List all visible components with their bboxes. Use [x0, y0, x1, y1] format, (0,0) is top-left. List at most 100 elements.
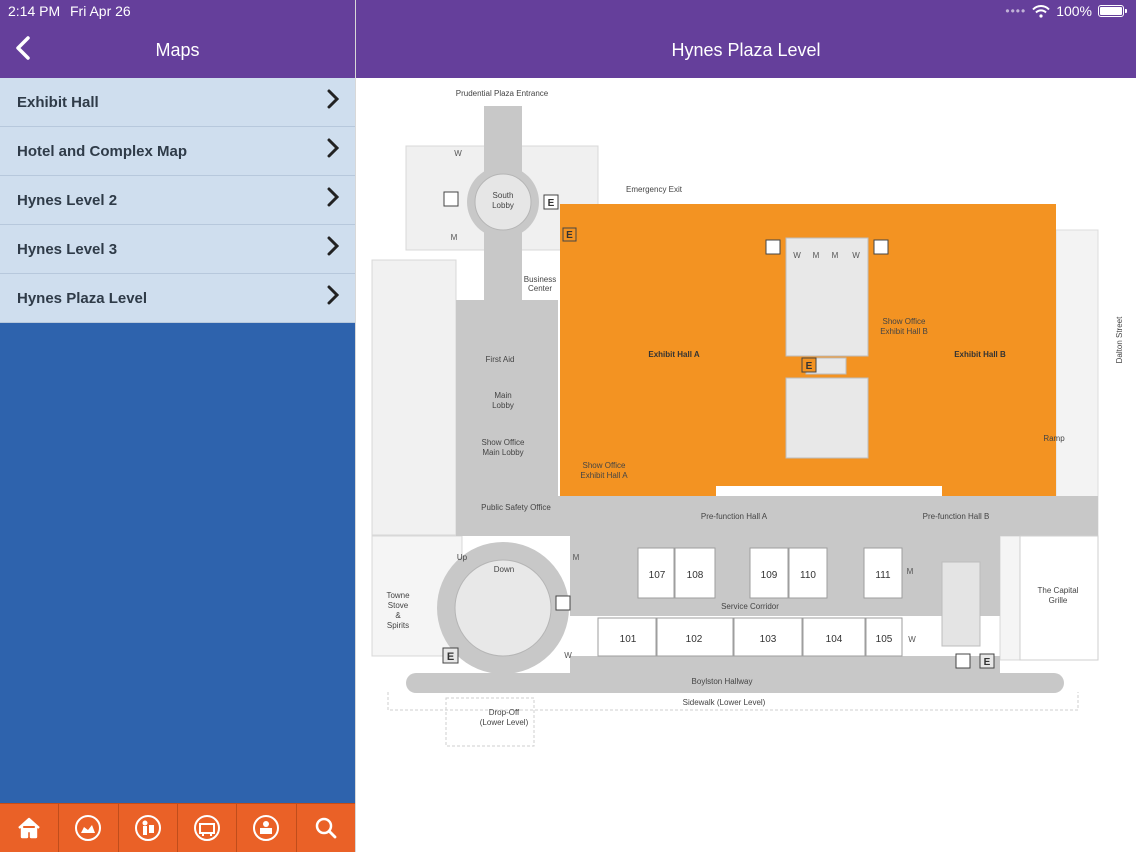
room-103: 103	[760, 634, 777, 645]
room-104: 104	[826, 634, 843, 645]
maps-sidebar: Maps Exhibit Hall Hotel and Complex Map …	[0, 0, 355, 852]
speakers-icon	[134, 815, 161, 841]
label-dropoff-2: (Lower Level)	[480, 718, 529, 727]
room-109: 109	[761, 570, 778, 581]
elevator-label: E	[447, 651, 454, 663]
home-icon	[18, 817, 40, 839]
map-item-hynes-level-3[interactable]: Hynes Level 3	[0, 225, 355, 274]
label-sidewalk: Sidewalk (Lower Level)	[683, 698, 766, 707]
tab-home[interactable]	[0, 804, 60, 852]
label-show-office-b-1: Show Office	[883, 317, 927, 326]
floor-map[interactable]: 107 108 109 110 111 101 102 103 104 105	[356, 78, 1136, 852]
label-business-center-1: Business	[524, 275, 556, 284]
map-title: Hynes Plaza Level	[671, 40, 821, 60]
maps-list: Exhibit Hall Hotel and Complex Map Hynes…	[0, 78, 355, 323]
label-main-lobby-2: Lobby	[492, 401, 514, 410]
chevron-right-icon	[327, 285, 340, 311]
search-icon	[315, 817, 337, 839]
map-item-hynes-plaza-level[interactable]: Hynes Plaza Level	[0, 274, 355, 323]
map-item-exhibit-hall[interactable]: Exhibit Hall	[0, 78, 355, 127]
label-down: Down	[494, 565, 514, 574]
restroom-men: M	[813, 251, 820, 260]
bottom-tab-bar	[0, 803, 355, 852]
attendees-icon	[253, 815, 280, 841]
sidebar-title: Maps	[155, 40, 200, 60]
map-item-label: Hynes Plaza Level	[17, 289, 148, 307]
status-right: •••• 100%	[1005, 3, 1127, 19]
battery-percent: 100%	[1056, 3, 1092, 19]
map-item-label: Hynes Level 3	[17, 240, 118, 258]
label-capital-grille-2: Grille	[1049, 596, 1068, 605]
label-ramp: Ramp	[1043, 434, 1065, 443]
sessions-icon	[194, 815, 221, 841]
room-105: 105	[876, 634, 893, 645]
label-towne-stove-3: &	[395, 611, 401, 620]
floor-plan-svg[interactable]: 107 108 109 110 111 101 102 103 104 105	[356, 78, 1136, 852]
tab-speakers[interactable]	[119, 804, 178, 852]
restroom-women: W	[564, 651, 572, 660]
elevator-label: E	[566, 230, 573, 241]
label-show-office-main-1: Show Office	[482, 438, 526, 447]
label-service-corridor: Service Corridor	[721, 602, 779, 611]
tab-exhibitors[interactable]	[59, 804, 119, 852]
room-101: 101	[620, 634, 637, 645]
room-110: 110	[800, 570, 816, 581]
label-public-safety: Public Safety Office	[481, 503, 551, 512]
label-boylston-hallway: Boylston Hallway	[692, 677, 753, 686]
restroom-men: M	[907, 567, 914, 576]
label-show-office-main-2: Main Lobby	[482, 448, 523, 457]
tab-attendees[interactable]	[237, 804, 297, 852]
tab-search[interactable]	[297, 804, 355, 852]
wifi-icon	[1032, 4, 1050, 18]
label-dropoff-1: Drop-Off	[489, 708, 520, 717]
label-up: Up	[457, 553, 468, 562]
label-show-office-a-2: Exhibit Hall A	[580, 471, 628, 480]
label-south-lobby-1: South	[493, 191, 514, 200]
restroom-men: M	[451, 233, 458, 242]
map-item-label: Exhibit Hall	[17, 93, 99, 111]
label-prefunction-b: Pre-function Hall B	[923, 512, 990, 521]
label-capital-grille-1: The Capital	[1038, 586, 1079, 595]
restroom-women: W	[793, 251, 801, 260]
rooms-bottom: 101 102 103 104 105	[597, 617, 903, 657]
restroom-women: W	[852, 251, 860, 260]
map-item-hynes-level-2[interactable]: Hynes Level 2	[0, 176, 355, 225]
map-item-label: Hynes Level 2	[17, 191, 118, 209]
chevron-right-icon	[327, 138, 340, 164]
label-prudential-entrance: Prudential Plaza Entrance	[456, 89, 549, 98]
room-111: 111	[875, 570, 891, 581]
restroom-women: W	[908, 635, 916, 644]
label-emergency-exit: Emergency Exit	[626, 185, 683, 194]
multitask-dots-icon: ••••	[1005, 4, 1027, 18]
elevator-label: E	[806, 361, 813, 372]
label-show-office-a-1: Show Office	[583, 461, 627, 470]
label-towne-stove-1: Towne	[386, 591, 410, 600]
chevron-right-icon	[327, 187, 340, 213]
status-time: 2:14 PM	[8, 3, 61, 19]
map-item-hotel-complex[interactable]: Hotel and Complex Map	[0, 127, 355, 176]
label-main-lobby-1: Main	[494, 391, 511, 400]
elevator-label: E	[984, 657, 991, 668]
tab-sessions[interactable]	[178, 804, 238, 852]
label-exhibit-hall-a: Exhibit Hall A	[648, 350, 699, 359]
status-bar: 2:14 PM Fri Apr 26 •••• 100%	[0, 0, 1136, 22]
label-towne-stove-4: Spirits	[387, 621, 409, 630]
label-business-center-2: Center	[528, 284, 552, 293]
room-102: 102	[686, 634, 703, 645]
chevron-right-icon	[327, 89, 340, 115]
map-item-label: Hotel and Complex Map	[17, 142, 188, 160]
label-show-office-b-2: Exhibit Hall B	[880, 327, 928, 336]
exhibitors-icon	[75, 815, 102, 841]
label-first-aid: First Aid	[486, 355, 515, 364]
battery-icon	[1098, 5, 1127, 17]
label-dalton-street: Dalton Street	[1115, 316, 1124, 363]
room-108: 108	[687, 570, 704, 581]
room-107: 107	[649, 570, 666, 581]
restroom-men: M	[573, 553, 580, 562]
label-exhibit-hall-b: Exhibit Hall B	[954, 350, 1006, 359]
restroom-women: W	[454, 149, 462, 158]
chevron-right-icon	[327, 236, 340, 262]
label-south-lobby-2: Lobby	[492, 201, 514, 210]
restroom-men: M	[832, 251, 839, 260]
status-date: Fri Apr 26	[70, 3, 131, 19]
